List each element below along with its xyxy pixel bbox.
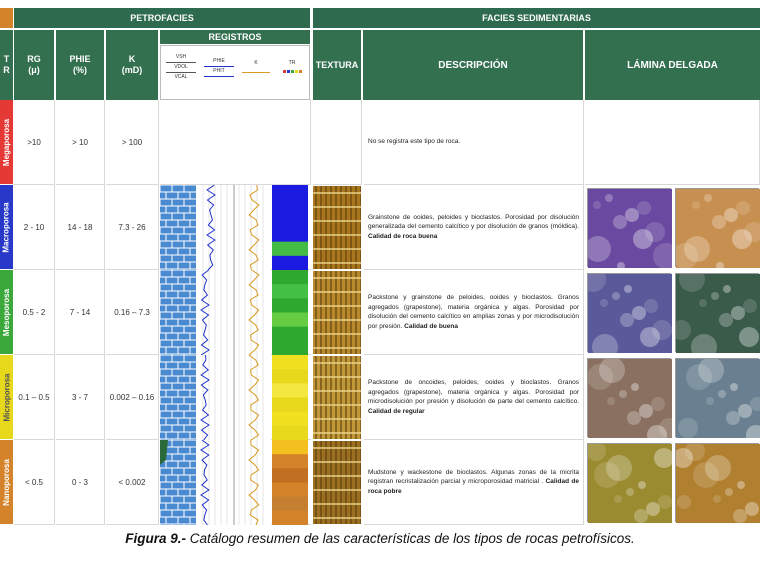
phie-cell: > 10 [56, 100, 105, 185]
thin-section-image [671, 266, 760, 360]
rowtype-2: Mesoporosa [0, 270, 13, 354]
track1-legend: VSH VDOL VCAL [163, 54, 199, 81]
lamina-cell [673, 441, 760, 523]
texture-core-image [313, 186, 362, 271]
textura-cell [313, 441, 362, 526]
thin-section-image [672, 189, 760, 270]
thin-section-image [585, 189, 679, 270]
phie-cell: 14 - 18 [56, 185, 105, 270]
texture-core-image [313, 271, 362, 356]
header-facies: FACIES SEDIMENTARIAS [313, 8, 760, 28]
header-textura: TEXTURA [313, 30, 361, 100]
thin-section-image [676, 357, 760, 445]
lamina-cell [580, 266, 672, 360]
rg-cell: 2 - 10 [14, 185, 55, 270]
registros-cell [160, 270, 311, 355]
phie-cell: 3 - 7 [56, 355, 105, 440]
header-k: K (mD) [106, 30, 158, 100]
thin-section-image [673, 441, 760, 523]
header-phie: PHIE (%) [56, 30, 104, 100]
petrofacies-table: PETROFACIES FACIES SEDIMENTARIAS T R RG … [0, 8, 760, 526]
lamina-cell [585, 188, 679, 270]
lamina-cell [675, 357, 760, 445]
lithology-track [160, 440, 196, 525]
thin-section-image [580, 266, 672, 360]
header-rg: RG (μ) [14, 30, 54, 100]
texture-core-image [313, 441, 362, 526]
rg-cell: 0.5 - 2 [14, 270, 55, 355]
registros-cell [160, 185, 311, 270]
track3-legend: K [239, 60, 273, 73]
phie-cell: 7 - 14 [56, 270, 105, 355]
lamina-cell [586, 441, 674, 523]
k-cell: < 0.002 [106, 440, 159, 525]
header-petrofacies: PETROFACIES [14, 8, 310, 28]
track4-legend: TR [275, 60, 309, 73]
lithology-track [160, 355, 196, 440]
header-descripcion: DESCRIPCIÓN [363, 30, 583, 100]
rocktype-track [272, 355, 308, 440]
description-text: Packstone de oncoides, peloides, ooides … [368, 379, 579, 405]
description-cell: Mudstone y wackestone de bioclastos. Alg… [364, 440, 584, 525]
caption-text: Catálogo resumen de las características … [186, 531, 635, 546]
k-cell: 0.002 – 0.16 [106, 355, 159, 440]
header-registros: REGISTROS [160, 30, 310, 44]
figure-caption: Figura 9.- Catálogo resumen de las carac… [0, 531, 760, 546]
lamina-cell [587, 357, 679, 445]
description-cell: Packstone de oncoides, peloides, ooides … [364, 355, 584, 440]
phie-cell: 0 - 3 [56, 440, 105, 525]
rowtype-1: Macroporosa [0, 185, 13, 269]
description-cell: Packstone y grainstone de peloides, ooid… [364, 270, 584, 355]
rowtype-4: Nanoporosa [0, 440, 13, 524]
quality-text: Calidad de roca buena [368, 232, 438, 240]
track2-legend: PHIE PHIT [201, 58, 237, 78]
textura-cell [313, 186, 362, 271]
rg-cell: < 0.5 [14, 440, 55, 525]
lamina-empty [585, 100, 760, 185]
log-tracks [197, 270, 271, 355]
description-text: Packstone y grainstone de peloides, ooid… [368, 294, 579, 330]
header-tr: T R [0, 30, 13, 100]
lamina-cell [672, 188, 760, 270]
registros-cell [160, 355, 311, 440]
rocktype-track [272, 270, 308, 355]
quality-text: Calidad de buena [404, 322, 458, 330]
description-text: Grainstone de ooides, peloides y bioclas… [368, 213, 579, 231]
registros-cell [160, 440, 311, 525]
lamina-cell [671, 266, 760, 360]
texture-core-image [313, 356, 362, 441]
log-tracks [197, 440, 271, 525]
rg-cell: >10 [14, 100, 55, 185]
registros-empty [160, 100, 311, 185]
description-cell: Grainstone de ooides, peloides y bioclas… [364, 185, 584, 270]
description-text: No se registra este tipo de roca. [368, 138, 461, 146]
log-tracks [197, 185, 271, 270]
lithology-track [160, 270, 196, 355]
log-tracks [197, 355, 271, 440]
k-cell: 7.3 - 26 [106, 185, 159, 270]
caption-label: Figura 9.- [125, 531, 187, 546]
textura-empty [313, 100, 362, 185]
k-cell: > 100 [106, 100, 159, 185]
k-cell: 0.16 – 7.3 [106, 270, 159, 355]
thin-section-image [586, 441, 674, 523]
description-cell: No se registra este tipo de roca. [364, 100, 584, 185]
rowtype-3: Microporosa [0, 355, 13, 439]
thin-section-image [587, 357, 679, 445]
header-lamina: LÁMINA DELGADA [585, 30, 760, 100]
rocktype-track [272, 185, 308, 270]
quality-text: Calidad de regular [368, 407, 425, 415]
lithology-track [160, 185, 196, 270]
registros-legend: VSH VDOL VCAL PHIE PHIT K TR [160, 45, 310, 100]
rowtype-0: Megaporosa [0, 100, 13, 184]
rg-cell: 0.1 – 0.5 [14, 355, 55, 440]
textura-cell [313, 271, 362, 356]
textura-cell [313, 356, 362, 441]
corner-swatch [0, 8, 13, 28]
rocktype-track [272, 440, 308, 525]
